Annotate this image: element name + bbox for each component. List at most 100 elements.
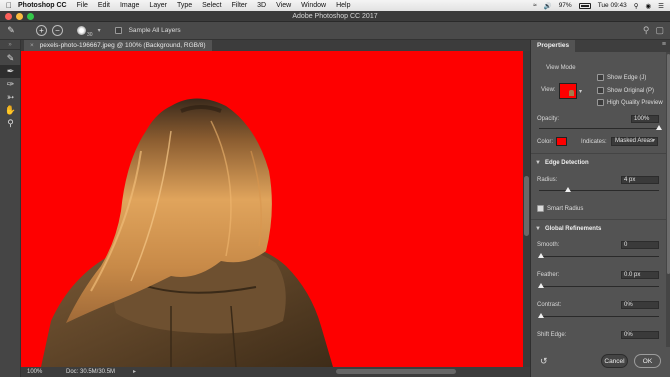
menu-help[interactable]: Help (336, 2, 350, 9)
contrast-label: Contrast: (537, 302, 562, 308)
show-edge-option[interactable]: Show Edge (J) (597, 74, 646, 81)
opacity-slider[interactable] (539, 128, 659, 129)
feather-slider-thumb[interactable] (538, 283, 544, 288)
radius-field[interactable]: 4 px (621, 176, 659, 184)
menu-filter[interactable]: Filter (232, 2, 248, 9)
panel-menu-icon[interactable]: ≡ (662, 41, 666, 48)
menu-file[interactable]: File (77, 2, 88, 9)
quick-selection-brush-icon[interactable]: ✎ (0, 52, 21, 65)
wifi-icon[interactable]: ≈ (533, 2, 537, 9)
radius-slider-thumb[interactable] (565, 187, 571, 192)
macos-menubar:  Photoshop CC File Edit Image Layer Typ… (0, 0, 670, 11)
section-divider (531, 219, 670, 220)
options-bar: ✎ + − 30 ▾ Sample All Layers ⚲ ▢ (0, 22, 670, 40)
notification-center-icon[interactable]: ☰ (658, 2, 664, 10)
close-tab-icon[interactable]: × (30, 42, 34, 49)
view-label: View: (541, 87, 556, 93)
add-to-selection-icon[interactable]: + (36, 25, 47, 36)
window-titlebar: Adobe Photoshop CC 2017 (0, 11, 670, 22)
show-original-checkbox[interactable] (597, 87, 604, 94)
zoom-window-button[interactable] (27, 13, 34, 20)
quick-selection-tool-icon[interactable]: ✎ (4, 24, 18, 38)
menu-type[interactable]: Type (177, 2, 192, 9)
document-tabs: × pexels-photo-196667.jpeg @ 100% (Backg… (21, 40, 530, 51)
smart-radius-checkbox[interactable] (537, 205, 544, 212)
panel-scrollbar[interactable] (666, 52, 670, 347)
brush-dropdown-icon[interactable]: ▾ (98, 27, 101, 34)
search-icon[interactable]: ⚲ (643, 25, 650, 36)
image-canvas[interactable] (21, 51, 523, 367)
brush-preset-icon[interactable] (77, 26, 86, 35)
apple-icon[interactable]:  (0, 1, 18, 10)
radius-label: Radius: (537, 177, 558, 183)
zoom-level[interactable]: 100% (27, 367, 42, 377)
view-mode-dropdown-icon[interactable]: ▾ (579, 88, 582, 95)
minimize-window-button[interactable] (16, 13, 23, 20)
indicates-select[interactable]: Masked Areas ▾ (611, 137, 658, 146)
battery-icon[interactable] (578, 2, 591, 9)
feather-slider[interactable] (539, 286, 659, 287)
status-bar: 100% Doc: 30.5M/30.5M ▸ (21, 367, 530, 377)
menu-image[interactable]: Image (120, 2, 139, 9)
contrast-field[interactable]: 0% (621, 301, 659, 309)
ok-button[interactable]: OK (634, 354, 661, 368)
view-mode-preview[interactable] (559, 83, 577, 99)
sample-all-layers-checkbox[interactable] (114, 27, 122, 34)
close-window-button[interactable] (5, 13, 12, 20)
menu-3d[interactable]: 3D (257, 2, 266, 9)
menu-select[interactable]: Select (202, 2, 221, 9)
high-quality-preview-checkbox[interactable] (597, 99, 604, 106)
menu-window[interactable]: Window (301, 2, 326, 9)
overlay-color-swatch[interactable] (556, 137, 567, 146)
show-edge-checkbox[interactable] (597, 74, 604, 81)
tab-properties[interactable]: Properties (531, 40, 576, 52)
cancel-button[interactable]: Cancel (601, 354, 628, 368)
menu-view[interactable]: View (276, 2, 291, 9)
status-menu-icon[interactable]: ▸ (133, 367, 136, 377)
smart-radius-label: Smart Radius (547, 205, 584, 212)
opacity-slider-thumb[interactable] (656, 125, 662, 130)
canvas-scroll-thumb[interactable] (524, 176, 529, 236)
menu-edit[interactable]: Edit (98, 2, 110, 9)
user-icon[interactable]: ◉ (646, 2, 652, 10)
app-menu[interactable]: Photoshop CC (18, 2, 67, 9)
brush-tool-icon[interactable]: ✑ (0, 78, 21, 91)
lasso-tool-icon[interactable]: ➳ (0, 91, 21, 104)
smooth-slider-thumb[interactable] (538, 253, 544, 258)
canvas-horizontal-scrollbar[interactable] (336, 369, 456, 374)
refine-edge-brush-icon[interactable]: ✒ (0, 65, 21, 78)
smooth-field[interactable]: 0 (621, 241, 659, 249)
high-quality-preview-option[interactable]: High Quality Preview (597, 99, 663, 106)
workspace-icon[interactable]: ▢ (655, 25, 664, 36)
document-tab[interactable]: × pexels-photo-196667.jpeg @ 100% (Backg… (24, 40, 212, 51)
zoom-tool-icon[interactable]: ⚲ (0, 117, 21, 130)
indicates-label: Indicates: (581, 139, 607, 145)
smart-radius-option[interactable]: Smart Radius (537, 205, 583, 212)
smooth-slider[interactable] (539, 256, 659, 257)
canvas-area[interactable] (21, 51, 523, 367)
global-refinements-section-toggle[interactable]: ▼ Global Refinements (531, 223, 670, 235)
shift-edge-field[interactable]: 0% (621, 331, 659, 339)
clock[interactable]: Tue 09:43 (598, 2, 627, 9)
menu-layer[interactable]: Layer (149, 2, 167, 9)
toolbar-collapse-icon[interactable]: » (0, 40, 20, 50)
canvas-vertical-scrollbar[interactable] (523, 51, 530, 367)
contrast-slider[interactable] (539, 316, 659, 317)
chevron-down-icon: ▼ (535, 226, 541, 232)
feather-field[interactable]: 0.0 px (621, 271, 659, 279)
edge-detection-section-toggle[interactable]: ▼ Edge Detection (531, 157, 670, 169)
volume-icon[interactable]: 🔊 (544, 2, 552, 10)
subtract-from-selection-icon[interactable]: − (52, 25, 63, 36)
opacity-field[interactable]: 100% (631, 115, 659, 123)
reset-icon[interactable]: ↺ (540, 356, 548, 367)
options-right: ⚲ ▢ (643, 25, 664, 36)
show-original-option[interactable]: Show Original (P) (597, 87, 654, 94)
opacity-label: Opacity: (537, 116, 560, 122)
show-edge-label: Show Edge (J) (607, 74, 647, 81)
hand-tool-icon[interactable]: ✋ (0, 104, 21, 117)
high-quality-preview-label: High Quality Preview (607, 99, 663, 106)
spotlight-icon[interactable]: ⚲ (634, 2, 639, 10)
contrast-slider-thumb[interactable] (538, 313, 544, 318)
smooth-label: Smooth: (537, 242, 560, 248)
radius-slider[interactable] (539, 190, 659, 191)
